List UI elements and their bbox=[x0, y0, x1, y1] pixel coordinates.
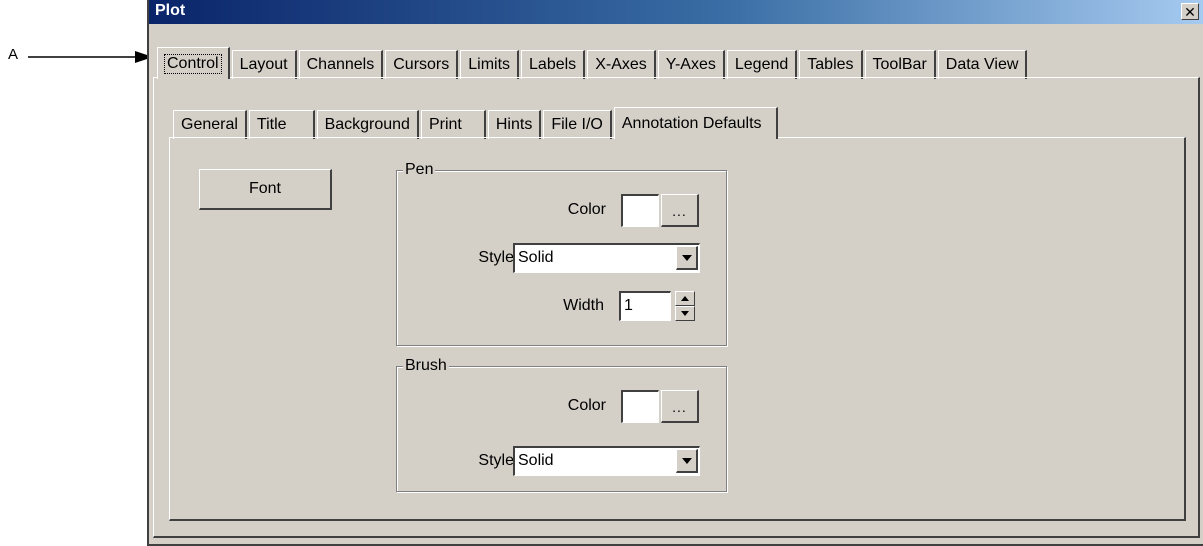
spin-up-icon[interactable] bbox=[675, 291, 695, 306]
pen-color-swatch[interactable] bbox=[621, 194, 659, 227]
pen-group-title: Pen bbox=[403, 161, 436, 179]
pen-style-label: Style bbox=[478, 249, 514, 266]
brush-groupbox: Brush Color ... Style Solid bbox=[396, 357, 727, 492]
subtab-background[interactable]: Background bbox=[316, 110, 419, 139]
pen-style-value: Solid bbox=[518, 249, 554, 266]
close-icon: ✕ bbox=[1184, 3, 1196, 20]
subtab-general[interactable]: General bbox=[173, 110, 247, 139]
brush-style-value: Solid bbox=[518, 452, 554, 469]
tab-legend[interactable]: Legend bbox=[726, 50, 798, 79]
tab-cursors[interactable]: Cursors bbox=[385, 50, 459, 79]
brush-color-label: Color bbox=[567, 397, 606, 414]
window-title: Plot bbox=[155, 2, 186, 19]
brush-color-picker-button[interactable]: ... bbox=[661, 390, 699, 423]
tab-toolbar[interactable]: ToolBar bbox=[864, 50, 936, 79]
tab-data-view[interactable]: Data View bbox=[937, 50, 1028, 79]
plot-dialog: Plot ✕ Control Layout Channels Cursors L… bbox=[147, 0, 1203, 546]
chevron-down-icon[interactable] bbox=[676, 449, 698, 473]
chevron-down-icon[interactable] bbox=[676, 246, 698, 270]
close-button[interactable]: ✕ bbox=[1181, 3, 1199, 20]
tab-tables[interactable]: Tables bbox=[799, 50, 863, 79]
brush-style-label: Style bbox=[478, 452, 514, 469]
callout-arrow-icon bbox=[28, 51, 153, 63]
tab-limits[interactable]: Limits bbox=[460, 50, 520, 79]
subtab-hints[interactable]: Hints bbox=[487, 110, 542, 139]
subtab-annotation-defaults[interactable]: Annotation Defaults bbox=[613, 107, 778, 139]
pen-color-label: Color bbox=[567, 201, 606, 218]
tab-labels[interactable]: Labels bbox=[521, 50, 586, 79]
tab-y-axes[interactable]: Y-Axes bbox=[657, 50, 725, 79]
pen-width-input[interactable]: 1 bbox=[619, 291, 671, 321]
brush-color-swatch[interactable] bbox=[621, 390, 659, 423]
tab-layout[interactable]: Layout bbox=[231, 50, 297, 79]
subtab-print[interactable]: Print bbox=[420, 110, 486, 139]
tab-control[interactable]: Control bbox=[157, 47, 230, 79]
tab-x-axes[interactable]: X-Axes bbox=[587, 50, 656, 79]
pen-groupbox: Pen Color ... Style Solid Width 1 bbox=[396, 161, 727, 346]
pen-color-picker-button[interactable]: ... bbox=[661, 194, 699, 227]
brush-style-select[interactable]: Solid bbox=[513, 446, 700, 476]
main-tab-strip: Control Layout Channels Cursors Limits L… bbox=[157, 47, 1029, 79]
tab-channels[interactable]: Channels bbox=[298, 50, 384, 79]
title-bar: Plot ✕ bbox=[149, 0, 1203, 24]
subtab-file-io[interactable]: File I/O bbox=[543, 110, 612, 139]
spin-down-icon[interactable] bbox=[675, 306, 695, 321]
subtab-title[interactable]: Title bbox=[248, 110, 315, 139]
brush-group-title: Brush bbox=[403, 357, 449, 375]
pen-width-label: Width bbox=[563, 297, 604, 314]
callout-label: A bbox=[8, 46, 19, 63]
sub-tab-strip: General Title Background Print Hints Fil… bbox=[173, 107, 780, 139]
pen-style-select[interactable]: Solid bbox=[513, 243, 700, 273]
font-button[interactable]: Font bbox=[199, 169, 332, 210]
